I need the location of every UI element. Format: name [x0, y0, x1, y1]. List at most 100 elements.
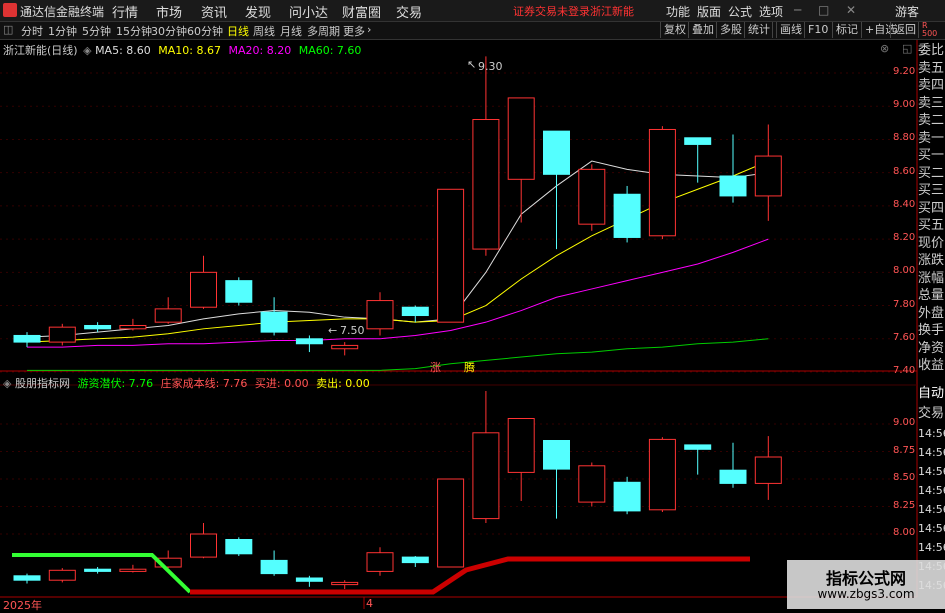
quote-field: 总量 [918, 288, 945, 303]
sub-ytick: 8.50 [893, 472, 916, 483]
trade-time: 14:56 [918, 446, 945, 459]
chart-canvas: ↖ 9.30 ← 7.50 涨 腾 [0, 40, 918, 609]
main-ytick: 7.40 [893, 365, 916, 376]
trade-label[interactable]: 交易 [918, 404, 945, 424]
quote-field: 买二 [918, 165, 945, 181]
sub-candle-body [13, 575, 41, 581]
quote-field: 净资 [918, 340, 945, 356]
ma20-line [27, 238, 769, 348]
sub-candle-body [260, 559, 288, 575]
quote-field: 卖三 [918, 95, 945, 111]
quote-field: 涨幅 [918, 270, 945, 286]
main-ytick: 8.20 [893, 232, 916, 244]
candle-body [684, 137, 712, 145]
candle-body [190, 271, 217, 308]
watermark: 指标公式网 www.zbgs3.com [787, 560, 945, 609]
quote-field: 卖一 [918, 130, 945, 146]
sub-candle-body [437, 478, 465, 568]
candle-body [84, 324, 112, 330]
quote-field: 涨跌 [918, 253, 945, 268]
zhuang-value: 庄家成本线: 7.76 [160, 377, 248, 390]
candle-body [754, 155, 782, 197]
ma-settings-icon[interactable]: ◈ [83, 44, 91, 57]
panel-maximize-icon[interactable]: ◱ [902, 42, 912, 55]
main-ytick: 8.60 [893, 165, 916, 177]
candle-body [225, 280, 253, 303]
quote-field: 买一 [918, 148, 945, 163]
sub-candle-body [578, 465, 606, 503]
indicator-settings-icon[interactable]: ◈ [3, 377, 11, 390]
zhang-label: 涨 [430, 361, 441, 374]
auto-trade-label[interactable]: 自动 [918, 384, 945, 404]
sell-value: 卖出: 0.00 [316, 377, 370, 390]
sub-panel-header: ◈ 股朋指标网 游资潜伏: 7.76 庄家成本线: 7.76 买进: 0.00 … [3, 375, 370, 391]
watermark-url: www.zbgs3.com [817, 587, 915, 601]
watermark-title: 指标公式网 [825, 569, 906, 588]
trade-time: 14:56 [918, 522, 945, 535]
trade-time: 14:56 [918, 503, 945, 516]
sub-candle-body [48, 569, 76, 581]
candle-body [719, 175, 747, 197]
candle-body [154, 308, 182, 323]
low-label: 7.50 [340, 324, 365, 337]
sub-ytick: 9.00 [893, 417, 916, 428]
quote-field: 外盘 [918, 305, 945, 321]
sub-candle-body [719, 469, 747, 484]
main-ytick: 8.80 [893, 132, 916, 144]
buy-value: 买进: 0.00 [254, 377, 309, 390]
quote-field: 换手 [918, 323, 945, 338]
candle-body [543, 130, 570, 175]
quote-field: 现价 [918, 235, 945, 251]
quote-field: 委比 [918, 43, 945, 58]
quote-field: 收益 [918, 358, 945, 373]
main-ytick: 7.80 [893, 298, 916, 310]
candle-body [472, 119, 500, 250]
sub-candle-body [119, 568, 147, 572]
sub-candle-body [401, 556, 429, 564]
ma5-label: MA5: 8.60 [95, 44, 151, 57]
quote-field: 买四 [918, 200, 945, 216]
month-label: 4 [366, 597, 373, 610]
quote-field: 卖二 [918, 113, 945, 128]
indicator-name[interactable]: 股朋指标网 [15, 377, 70, 390]
main-ytick: 8.40 [893, 198, 916, 210]
ma10-label: MA10: 8.67 [158, 44, 221, 57]
sub-ytick: 8.75 [893, 444, 916, 456]
sub-candle-body [613, 481, 641, 512]
quote-field: 卖四 [918, 78, 945, 93]
low-marker-icon: ← [328, 324, 337, 337]
sub-candle-body [754, 456, 782, 484]
year-label: 2025年 [3, 599, 42, 612]
sub-ytick: 8.00 [893, 527, 916, 538]
sub-candle-body [366, 552, 394, 572]
main-ytick: 9.00 [893, 99, 916, 111]
main-ytick: 8.00 [893, 265, 916, 277]
sub-candle-body [295, 577, 323, 582]
trade-time: 14:56 [918, 427, 945, 440]
candle-body [260, 311, 288, 333]
candle-body [295, 338, 323, 345]
sub-candle-body [225, 539, 253, 555]
quote-field: 买五 [918, 218, 945, 233]
trade-time: 14:56 [918, 484, 945, 497]
teng-label: 腾 [464, 360, 475, 374]
sub-candle-body [190, 533, 217, 558]
sub-candle-body [331, 581, 359, 586]
main-ytick: 7.60 [893, 331, 916, 343]
candle-body [366, 300, 394, 330]
sub-candle-body [648, 438, 676, 511]
panel-close-icon[interactable]: ⊗ [880, 42, 889, 55]
candle-body [648, 128, 676, 237]
candle-body [13, 334, 41, 343]
sub-candle-body [684, 444, 712, 450]
ma60-label: MA60: 7.60 [298, 44, 362, 57]
sub-candle-body [507, 418, 535, 473]
candle-body [48, 326, 76, 343]
candle-body [578, 168, 606, 225]
candle-body [437, 188, 465, 323]
candle-body [507, 97, 535, 180]
quote-sidebar: 委比 卖五 卖四 卖三 卖二 卖一 买一 买二 买三 买四 买五 现价 涨跌 涨幅 总量 外盘 换手 净资 收益 [918, 42, 945, 375]
quote-field: 卖五 [918, 60, 945, 76]
candle-body [613, 193, 641, 238]
sub-candle-body [472, 432, 500, 520]
